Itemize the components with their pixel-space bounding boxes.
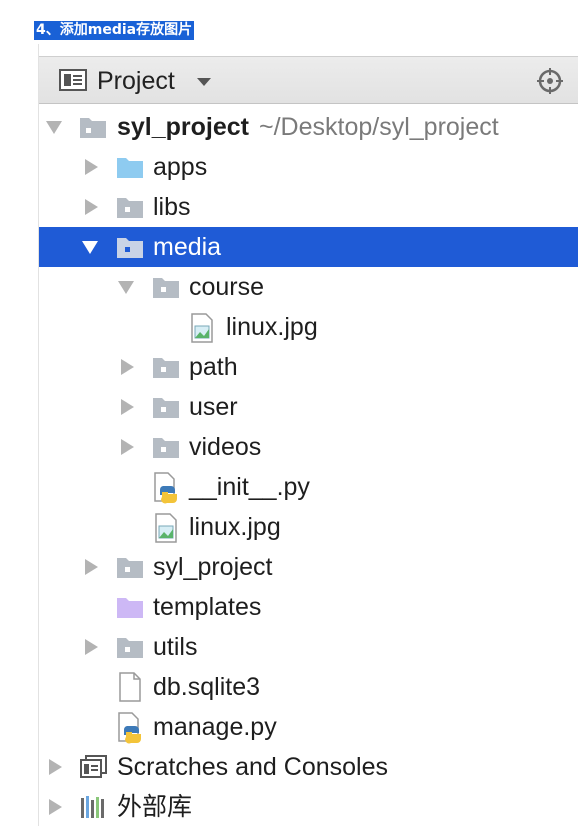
image-file-icon (190, 313, 218, 343)
expand-arrow-icon[interactable] (117, 427, 137, 467)
tree-node-manage-py[interactable]: manage.py (39, 707, 578, 747)
project-view-selector[interactable]: Project (97, 67, 175, 95)
tree-node-course-image[interactable]: linux.jpg (39, 307, 578, 347)
section-caption: 4、添加media存放图片 (34, 21, 195, 40)
tree-label-path: path (189, 353, 238, 381)
tree-node-user[interactable]: user (39, 387, 578, 427)
tree-node-scratches[interactable]: Scratches and Consoles (39, 747, 578, 787)
tree-node-course[interactable]: course (39, 267, 578, 307)
tree-node-syl-project[interactable]: syl_project (39, 547, 578, 587)
folder-icon (152, 355, 180, 379)
expand-arrow-icon[interactable] (81, 147, 101, 187)
collapse-arrow-icon[interactable] (45, 107, 65, 147)
tree-label-videos: videos (189, 433, 262, 461)
tree-label-libs: libs (153, 193, 191, 221)
tree-node-libs[interactable]: libs (39, 187, 578, 227)
tree-label-manage-py: manage.py (153, 713, 277, 741)
folder-icon (116, 195, 144, 219)
expand-arrow-icon[interactable] (81, 187, 101, 227)
folder-icon (152, 275, 180, 299)
tree-node-templates[interactable]: templates (39, 587, 578, 627)
folder-icon (116, 235, 144, 259)
project-view-icon (59, 69, 87, 96)
tree-label-media-image: linux.jpg (189, 513, 281, 541)
tree-node-root[interactable]: syl_project ~/Desktop/syl_project (39, 107, 578, 147)
collapse-arrow-icon[interactable] (117, 267, 137, 307)
expand-arrow-icon[interactable] (45, 747, 65, 787)
folder-icon (152, 435, 180, 459)
project-toolbar: Project (39, 56, 578, 104)
folder-icon (152, 395, 180, 419)
tree-label-user: user (189, 393, 238, 421)
folder-icon (116, 555, 144, 579)
file-icon (118, 672, 146, 702)
dropdown-icon[interactable] (197, 78, 211, 86)
tree-label-apps: apps (153, 153, 208, 181)
image-file-icon (154, 513, 182, 543)
tree-label-init-py: __init__.py (189, 473, 310, 501)
tree-label-utils: utils (153, 633, 198, 661)
python-file-icon (153, 472, 181, 504)
tree-label-course: course (189, 273, 265, 301)
tree-node-init-py[interactable]: __init__.py (39, 467, 578, 507)
tree-label-external-libs: 外部库 (117, 792, 193, 821)
tree-node-utils[interactable]: utils (39, 627, 578, 667)
scratches-icon (80, 755, 108, 779)
locate-icon[interactable] (537, 68, 563, 99)
tree-node-db[interactable]: db.sqlite3 (39, 667, 578, 707)
library-icon (80, 795, 108, 819)
root-name: syl_project (117, 113, 250, 141)
tree-label-db: db.sqlite3 (153, 673, 261, 701)
expand-arrow-icon[interactable] (45, 787, 65, 826)
root-path: ~/Desktop/syl_project (259, 113, 499, 141)
tree-label-scratches: Scratches and Consoles (117, 753, 388, 781)
tree-node-media[interactable]: media (39, 227, 578, 267)
tree-node-apps[interactable]: apps (39, 147, 578, 187)
expand-arrow-icon[interactable] (117, 387, 137, 427)
python-file-icon (117, 712, 145, 744)
tree-node-external-libs[interactable]: 外部库 (39, 787, 578, 826)
tree-node-path[interactable]: path (39, 347, 578, 387)
source-folder-icon (116, 155, 144, 179)
expand-arrow-icon[interactable] (81, 627, 101, 667)
module-folder-icon (79, 115, 107, 139)
template-folder-icon (116, 595, 144, 619)
tree-label-root: syl_project ~/Desktop/syl_project (117, 112, 499, 142)
tree-label-templates: templates (153, 593, 262, 621)
collapse-arrow-icon[interactable] (81, 227, 101, 267)
expand-arrow-icon[interactable] (117, 347, 137, 387)
tree-node-media-image[interactable]: linux.jpg (39, 507, 578, 547)
tree-label-media: media (153, 233, 222, 261)
folder-icon (116, 635, 144, 659)
expand-arrow-icon[interactable] (81, 547, 101, 587)
tree-node-videos[interactable]: videos (39, 427, 578, 467)
tree-label-syl-project: syl_project (153, 553, 273, 581)
tree-label-course-image: linux.jpg (226, 313, 318, 341)
